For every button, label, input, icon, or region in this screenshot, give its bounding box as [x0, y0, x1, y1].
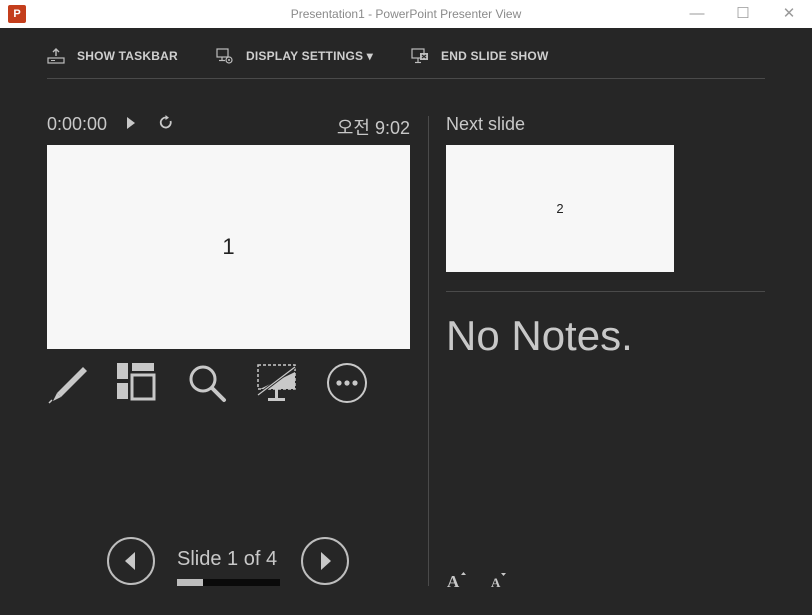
minimize-button[interactable]: —	[683, 4, 711, 24]
slide-counter[interactable]: Slide 1 of 4	[177, 548, 281, 571]
close-button[interactable]: ✕	[775, 4, 803, 24]
next-slide-number: 2	[556, 201, 564, 216]
current-slide-preview: 1	[47, 145, 410, 349]
see-all-slides-icon[interactable]	[116, 362, 158, 404]
prev-arrow-icon	[125, 552, 135, 570]
slide-progress-fill	[177, 579, 203, 586]
next-slide-button[interactable]	[301, 537, 349, 585]
decrease-font-icon[interactable]: A	[490, 570, 510, 590]
zoom-icon[interactable]	[186, 362, 228, 404]
next-slide-label: Next slide	[446, 114, 526, 134]
end-slide-show-icon	[411, 48, 428, 64]
speaker-notes: No Notes.	[446, 312, 633, 359]
elapsed-timer: 0:00:00	[47, 114, 108, 134]
title-bar: P Presentation1 - PowerPoint Presenter V…	[0, 0, 812, 28]
presenter-toolbar: SHOW TASKBAR DISPLAY SETTINGS ▾ END SLID…	[47, 40, 765, 79]
slide-progress-bar	[177, 579, 280, 586]
display-settings-button[interactable]: DISPLAY SETTINGS ▾	[216, 46, 373, 66]
next-arrow-icon	[321, 552, 331, 570]
notes-divider[interactable]	[446, 291, 765, 292]
end-slide-show-button[interactable]: END SLIDE SHOW	[411, 46, 548, 66]
pane-divider[interactable]	[428, 116, 429, 586]
black-screen-icon[interactable]	[256, 362, 298, 404]
end-slide-show-label: END SLIDE SHOW	[441, 49, 549, 63]
maximize-button[interactable]: ☐	[729, 4, 757, 24]
show-taskbar-icon	[47, 48, 65, 64]
current-slide-number: 1	[222, 234, 235, 259]
current-time: 오전 9:02	[336, 118, 410, 138]
show-taskbar-button[interactable]: SHOW TASKBAR	[47, 46, 178, 66]
pause-resume-timer-icon[interactable]	[125, 115, 137, 131]
increase-font-icon[interactable]: A	[446, 570, 468, 590]
display-settings-icon	[216, 48, 233, 64]
display-settings-label: DISPLAY SETTINGS ▾	[246, 49, 373, 63]
svg-text:A: A	[491, 575, 501, 590]
svg-text:A: A	[447, 572, 460, 590]
pen-icon[interactable]	[47, 362, 89, 404]
next-slide-preview[interactable]: 2	[446, 145, 674, 272]
previous-slide-button[interactable]	[107, 537, 155, 585]
restart-timer-icon[interactable]	[158, 114, 174, 132]
more-options-icon[interactable]	[326, 362, 368, 404]
show-taskbar-label: SHOW TASKBAR	[77, 49, 178, 63]
